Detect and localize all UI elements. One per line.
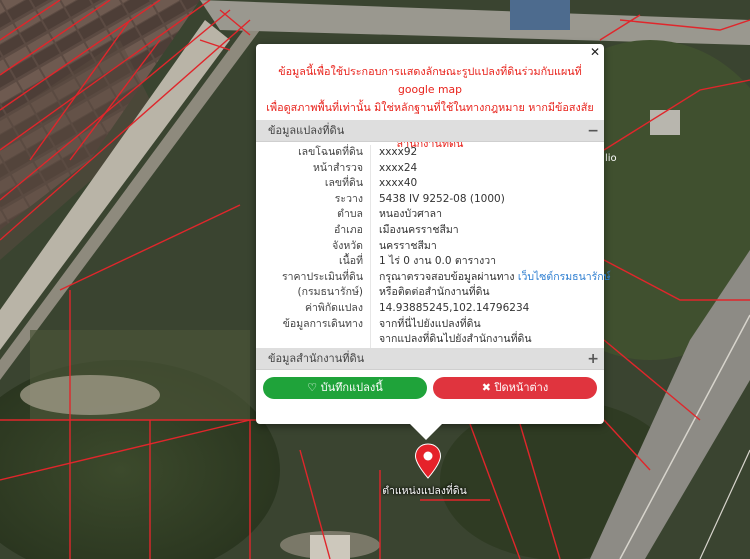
coordinates-link[interactable]: 14.93885245,102.14796234 [379, 301, 529, 317]
row-district: อำเภอ เมืองนครราชสีมา [333, 223, 459, 236]
directions-to-office-link[interactable]: จากแปลงที่ดินไปยังสำนักงานที่ดิน [379, 332, 532, 348]
map-partial-label: lio [605, 153, 617, 164]
row-subdistrict: ตำบล หนองบัวศาลา [337, 208, 442, 221]
map-pin-icon[interactable] [414, 443, 442, 479]
section-parcel-header[interactable]: ข้อมูลแปลงที่ดิน − [256, 120, 604, 142]
marker-label: ตำแหน่งแปลงที่ดิน [382, 485, 467, 497]
row-deed-number: เลขโฉนดที่ดิน xxxx92 [298, 146, 418, 158]
row-directions-office: จากแปลงที่ดินไปยังสำนักงานที่ดิน [256, 332, 604, 348]
row-appraisal: ราคาประเมินที่ดิน กรุณาตรวจสอบข้อมูลผ่าน… [281, 270, 611, 283]
treasury-website-link[interactable]: เว็บไซต์กรมธนารักษ์ [518, 271, 611, 283]
close-icon[interactable]: ✕ [590, 45, 600, 59]
row-coordinates: ค่าพิกัดแปลง 14.93885245,102.14796234 [256, 301, 604, 317]
save-parcel-button[interactable]: ♡ บันทึกแปลงนี้ [263, 377, 427, 399]
row-area: เนื้อที่ 1 ไร่ 0 งาน 0.0 ตารางวา [339, 255, 497, 268]
row-land-number: เลขที่ดิน xxxx40 [324, 177, 418, 190]
heart-icon: ♡ [307, 381, 318, 394]
row-province: จังหวัด นครราชสีมา [332, 239, 437, 252]
close-window-button[interactable]: ✖ ปิดหน้าต่าง [433, 377, 597, 399]
row-survey-page: หน้าสำรวจ xxxx24 [313, 161, 418, 174]
popup-pointer [409, 423, 443, 440]
row-sheet: ระวาง 5438 IV 9252-08 (1000) [334, 192, 505, 205]
directions-to-parcel-link[interactable]: จากที่นี่ไปยังแปลงที่ดิน [379, 317, 481, 333]
row-appraisal-dept: (กรมธนารักษ์) หรือติดต่อสำนักงานที่ดิน [297, 286, 490, 299]
section-office-header[interactable]: ข้อมูลสำนักงานที่ดิน + [256, 348, 604, 370]
close-x-icon: ✖ [481, 381, 491, 394]
parcel-detail-list: เลขโฉนดที่ดิน xxxx92 หน้าสำรวจ xxxx24 เล… [256, 145, 611, 348]
collapse-icon[interactable]: − [587, 120, 599, 142]
expand-icon[interactable]: + [587, 348, 599, 370]
row-directions: ข้อมูลการเดินทาง จากที่นี่ไปยังแปลงที่ดิ… [256, 317, 604, 333]
parcel-info-popup: ✕ ข้อมูลนี้เพื่อใช้ประกอบการแสดงลักษณะรู… [256, 44, 611, 424]
